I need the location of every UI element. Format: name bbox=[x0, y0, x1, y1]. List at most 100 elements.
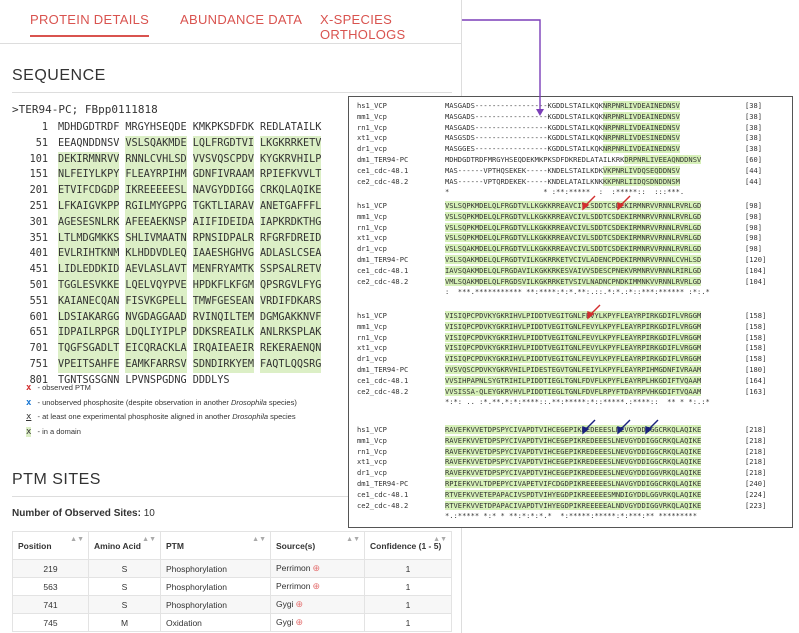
sort-icon[interactable]: ▲▼ bbox=[142, 536, 156, 543]
sequence-row-number: 551 bbox=[29, 295, 48, 307]
sequence-chunk: DGMGAKKNVF bbox=[260, 309, 322, 326]
alignment-sequence: RTVEFKVVETEPAPACIVSPDTVIHYEGDPIKREEEEESM… bbox=[445, 489, 702, 499]
table-cell: Phosphorylation bbox=[160, 577, 271, 596]
sequence-chunk: SDNDIRKYEM bbox=[192, 356, 255, 373]
legend-text-after: species) bbox=[266, 397, 297, 407]
col-confidence[interactable]: Confidence (1 - 5) ▲▼ bbox=[364, 531, 452, 560]
alignment-position: [224] bbox=[745, 489, 767, 499]
alignment-row: hs1_VCP VSLSQPKMDELQLFRGDTVLLKGKKRREAVCIV… bbox=[357, 201, 762, 210]
sequence-chunk: LQELVQYPVE bbox=[125, 277, 187, 294]
alignment-row: ce2_cdc-48.2 MAS------VPTQRDEKEK-----KNDE… bbox=[357, 176, 762, 186]
sort-icon[interactable]: ▲▼ bbox=[252, 536, 266, 543]
col-amino-acid[interactable]: Amino Acid ▲▼ bbox=[88, 531, 161, 560]
sequence-chunk: CRKQLAQIKE bbox=[260, 183, 322, 199]
sequence-row: 651 IDPAILRPGR LDQLIYIPLP DDKSREAILK ANLRKSP… bbox=[12, 325, 327, 342]
sequence-chunk: AIIFIDEIDA bbox=[192, 214, 255, 231]
alignment-species-name: ce2_cdc-48.2 bbox=[357, 500, 409, 510]
sequence-chunk: REKERAENQN bbox=[260, 341, 322, 357]
col-sources[interactable]: Source(s) ▲▼ bbox=[270, 531, 365, 560]
alignment-position: [158] bbox=[745, 321, 767, 331]
search-icon[interactable]: ⊕ bbox=[295, 617, 303, 627]
alignment-species-name: dr1_vcp bbox=[357, 244, 387, 254]
alignment-row: rn1_Vcp VSLSQPKMDELQLFRGDTVLLKGKKRREAVCIV… bbox=[357, 222, 762, 232]
table-cell: 563 bbox=[12, 577, 89, 596]
sort-icon[interactable]: ▲▼ bbox=[433, 536, 447, 543]
alignment-position: [98] bbox=[745, 244, 763, 254]
sequence-chunk: RGILMYGPPG bbox=[125, 198, 187, 215]
table-row: 745 M Oxidation Gygi ⊕ 1 bbox=[12, 613, 452, 632]
table-cell[interactable]: Gygi ⊕ bbox=[270, 613, 365, 632]
sequence-chunk: ANLRKSPLAK bbox=[260, 325, 322, 342]
alignment-sequence: VVSIHPAPNLSYGTRIHILPIDDTIEGLTGNLFDVFLKPY… bbox=[445, 375, 702, 385]
alignment-row: mm1_Vcp VISIQPCPDVKYGKRIHVLPIDDTVEGITGNLF… bbox=[357, 321, 766, 331]
alignment-sequence: RAVEFKVVETDPSPYCIVAPDTVIHCEGEPIKREDEEESL… bbox=[445, 457, 702, 467]
alignment-position: [158] bbox=[745, 343, 767, 353]
table-cell[interactable]: Gygi ⊕ bbox=[270, 595, 365, 614]
sequence-row: 601 LDSIAKARGG NVGDAGGAAD RVINQILTEM DGMGAKK… bbox=[12, 309, 327, 326]
table-cell[interactable]: Perrimon ⊕ bbox=[270, 559, 365, 578]
sequence-row: 401 EVLRIHTKNM KLHDDVDLEQ IAAESHGHVG ADLASLC… bbox=[12, 246, 327, 263]
alignment-position: [240] bbox=[745, 479, 767, 488]
alignment-species-name: hs1_VCP bbox=[357, 311, 387, 320]
col-position[interactable]: Position ▲▼ bbox=[12, 531, 89, 560]
search-icon[interactable]: ⊕ bbox=[312, 563, 320, 573]
alignment-row: ce2_cdc-48.2 VVSISSA-QLEYGKRVHVLPIDDTIEGL… bbox=[357, 386, 766, 396]
sequence-chunk: IDPAILRPGR bbox=[58, 325, 120, 342]
sequence-chunk: IAPKRDKTHG bbox=[260, 214, 322, 231]
sequence-row-number: 651 bbox=[29, 327, 48, 339]
tab-bar: PROTEIN DETAILS ABUNDANCE DATA X-SPECIES… bbox=[0, 0, 461, 44]
sequence-chunk: QPSRGVLFYG bbox=[260, 277, 322, 294]
alignment-consensus: *.:***** *:* * **:*:*:*.* *:*****:*****:… bbox=[445, 511, 697, 521]
alignment-position: [218] bbox=[745, 425, 767, 434]
alignment-sequence: RAVEFKVVETDPSPYCIVAPDTVIHCEGEPIKREDEEESL… bbox=[445, 446, 702, 456]
sequence-chunk: FISVKGPELL bbox=[125, 293, 187, 310]
sequence-row: 1 MDHDGDTRDF MRGYHSEQDE KMKPKSDFDK REDLATAIL… bbox=[12, 120, 327, 136]
sequence-chunk: RPIEFKVVLT bbox=[260, 167, 322, 184]
alignment-position: [98] bbox=[745, 233, 763, 243]
legend-text: - in a domain bbox=[35, 426, 81, 436]
alignment-position: [60] bbox=[745, 155, 763, 164]
alignment-sequence: MAS------VPTQRDEKEK-----KNDELATAILKNKKKP… bbox=[445, 176, 680, 186]
table-cell[interactable]: Perrimon ⊕ bbox=[270, 577, 365, 596]
alignment-position: [38] bbox=[745, 111, 763, 121]
alignment-row: xt1_vcp RAVEFKVVETDPSPYCIVAPDTVIHCEGEPIKR… bbox=[357, 457, 766, 467]
sequence-row: 101 DEKIRMNRVV RNNLCVHLSD VVSVQSCPDV KYGKRVH… bbox=[12, 151, 327, 168]
alignment-position: [158] bbox=[745, 311, 767, 320]
sequence-row-number: 701 bbox=[29, 343, 48, 355]
sequence-chunk: VPEITSAHFE bbox=[58, 356, 120, 373]
tab-x-species-orthologs[interactable]: X-SPECIES ORTHOLOGS bbox=[320, 12, 461, 42]
sequence-chunk: SHLIVMAATN bbox=[125, 230, 187, 247]
alignment-position: [218] bbox=[745, 468, 767, 478]
table-cell: S bbox=[88, 577, 161, 596]
legend-key: x bbox=[26, 397, 32, 408]
alignment-sequence: VVSVQSCPDVKYGKRVHILPIDESTEGVTGNLFEIYLKPY… bbox=[445, 365, 702, 374]
search-icon[interactable]: ⊕ bbox=[295, 599, 303, 609]
alignment-row: hs1_VCP MASGADS-----------------KGDDLSTAI… bbox=[357, 101, 762, 110]
sequence-row-number: 451 bbox=[29, 264, 48, 276]
legend-text: - unobserved phosphosite (despite observ… bbox=[35, 397, 231, 407]
sequence-chunk: MDHDGDTRDF bbox=[58, 122, 120, 133]
sequence-chunk: AGESESNLRK bbox=[58, 214, 120, 231]
sequence-chunk: TGGLESVKKE bbox=[58, 277, 120, 294]
alignment-row: xt1_vcp VSLSQPKMDELQLFRGDTVLLKGKKRREAVCIV… bbox=[357, 233, 762, 243]
search-icon[interactable]: ⊕ bbox=[312, 581, 320, 591]
sequence-chunk: LIDLEDDKID bbox=[58, 262, 120, 278]
table-cell: 1 bbox=[364, 559, 452, 578]
sort-icon[interactable]: ▲▼ bbox=[70, 536, 84, 543]
sequence-chunk: EVLRIHTKNM bbox=[58, 246, 120, 263]
col-ptm[interactable]: PTM ▲▼ bbox=[160, 531, 271, 560]
alignment-species-name: hs1_VCP bbox=[357, 101, 387, 110]
alignment-row: dm1_TER94-PC MDHDGDTRDFMRGYHSEQDEKMKPKSDF… bbox=[357, 155, 762, 164]
alignment-position: [158] bbox=[745, 332, 767, 342]
tab-protein-details[interactable]: PROTEIN DETAILS bbox=[30, 12, 150, 37]
sort-icon[interactable]: ▲▼ bbox=[346, 536, 360, 543]
alignment-sequence: MASGADS-----------------KGDDLSTAILKQKNRP… bbox=[445, 122, 680, 132]
alignment-species-name: dm1_TER94-PC bbox=[357, 479, 409, 488]
alignment-sequence: VSLSQPKMDELQLFRGDTVLLKGKKRREAVCIVLSDDTCS… bbox=[445, 201, 702, 210]
table-cell: 1 bbox=[364, 577, 452, 596]
sequence-row-number: 601 bbox=[29, 311, 48, 323]
alignment-row: dm1_TER94-PC VSLSQAKMDELQLFRGDTVILKGKRRKE… bbox=[357, 255, 766, 264]
sequence-row-number: 1 bbox=[41, 122, 48, 133]
sequence-chunk: RFGRFDREID bbox=[260, 230, 322, 247]
tab-abundance-data[interactable]: ABUNDANCE DATA bbox=[180, 12, 302, 27]
